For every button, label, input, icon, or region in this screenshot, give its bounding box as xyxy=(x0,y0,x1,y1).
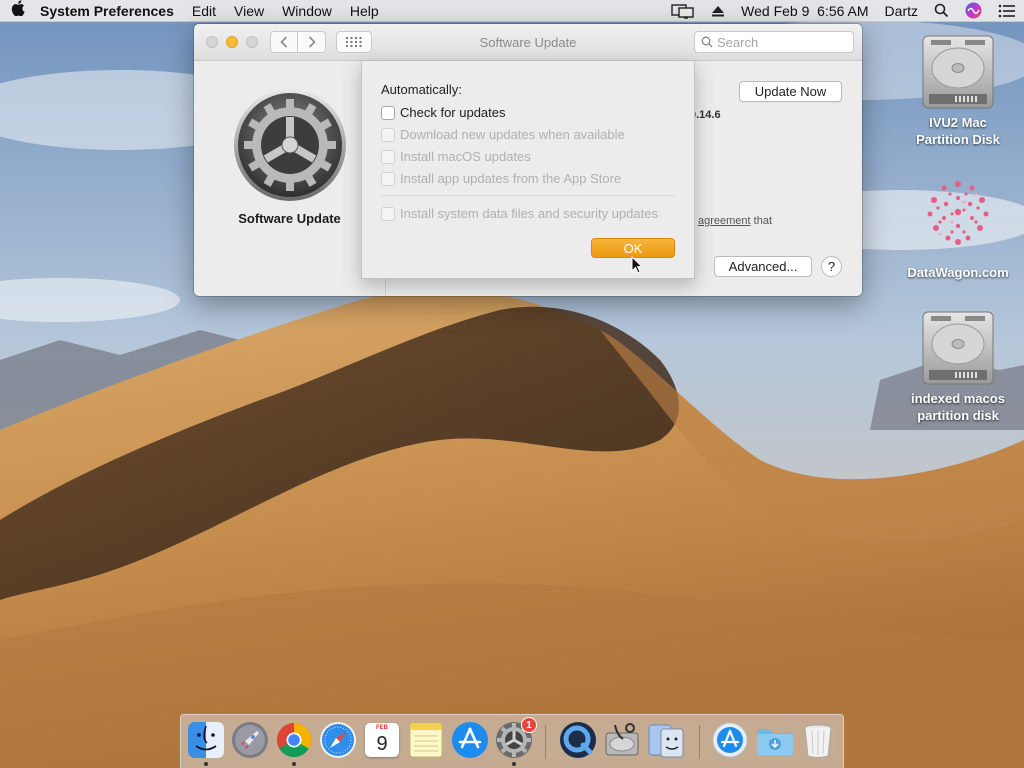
calendar-month: FEB xyxy=(376,725,388,731)
option-check-for-updates[interactable]: Check for updates xyxy=(381,105,506,120)
software-update-gear-icon xyxy=(232,87,348,203)
menu-user[interactable]: Dartz xyxy=(877,3,926,19)
checkbox-install-macos-updates xyxy=(381,149,395,164)
option-label: Install macOS updates xyxy=(400,149,531,164)
app-store-icon xyxy=(452,722,488,758)
checkbox-install-app-updates xyxy=(381,171,395,186)
software-update-sidebar: Software Update xyxy=(194,61,386,296)
dock-divider xyxy=(545,725,546,759)
notification-badge: 1 xyxy=(521,717,537,733)
calendar-day: 9 xyxy=(376,733,388,755)
checkbox-download-updates xyxy=(381,127,395,142)
applications-folder-icon xyxy=(712,722,748,758)
finder-icon xyxy=(188,722,224,758)
dock-applications-folder[interactable] xyxy=(711,721,749,759)
hard-drive-icon xyxy=(922,311,994,385)
notification-center-icon[interactable] xyxy=(990,4,1024,18)
desktop-icon-label: indexed macos partition disk xyxy=(911,390,1005,424)
running-indicator xyxy=(292,762,296,766)
search-field[interactable] xyxy=(694,31,854,53)
eject-icon[interactable] xyxy=(703,4,733,18)
desktop-icon-label: IVU2 Mac Partition Disk xyxy=(916,114,1000,148)
dock-quicktime[interactable] xyxy=(559,721,597,759)
running-indicator xyxy=(512,762,516,766)
option-install-app-updates: Install app updates from the App Store xyxy=(381,171,621,186)
advanced-button[interactable]: Advanced... xyxy=(714,256,812,277)
display-mirroring-icon[interactable] xyxy=(663,3,703,19)
option-label: Install system data files and security u… xyxy=(400,206,658,221)
trash-icon xyxy=(804,724,832,758)
desktop-icon-ivu2-disk[interactable]: IVU2 Mac Partition Disk xyxy=(898,34,1018,148)
dock-migration-assistant[interactable] xyxy=(647,721,685,759)
dock-trash[interactable] xyxy=(799,721,837,759)
dock-chrome[interactable] xyxy=(275,721,313,759)
menu-edit[interactable]: Edit xyxy=(183,3,225,19)
search-input[interactable] xyxy=(717,34,837,50)
desktop-icon-label: DataWagon.com xyxy=(907,254,1008,281)
safari-compass-icon xyxy=(320,722,356,758)
option-label: Download new updates when available xyxy=(400,127,625,142)
siri-icon[interactable] xyxy=(957,2,990,19)
menu-app-name[interactable]: System Preferences xyxy=(36,3,183,19)
running-indicator xyxy=(204,762,208,766)
notes-icon xyxy=(409,722,443,758)
quicktime-icon xyxy=(560,722,596,758)
dock-divider xyxy=(699,725,700,759)
option-label: Check for updates xyxy=(400,105,506,120)
downloads-folder-icon xyxy=(757,729,793,755)
menu-window[interactable]: Window xyxy=(273,3,341,19)
dock-disk-utility[interactable] xyxy=(603,721,641,759)
desktop-icon-label-line2: partition disk xyxy=(917,408,999,423)
option-label: Install app updates from the App Store xyxy=(400,171,622,186)
dock-finder[interactable] xyxy=(187,721,225,759)
dock: FEB 9 1 xyxy=(180,714,844,768)
dock-app-store[interactable] xyxy=(451,721,489,759)
disk-utility-icon xyxy=(605,723,639,756)
dock-launchpad[interactable] xyxy=(231,721,269,759)
license-agreement-link[interactable]: agreement xyxy=(698,215,751,227)
launchpad-rocket-icon xyxy=(232,722,268,758)
desktop-icon-label-line1: DataWagon.com xyxy=(907,265,1009,280)
menu-help[interactable]: Help xyxy=(341,3,388,19)
migration-assistant-icon xyxy=(648,724,684,758)
menu-clock[interactable]: Wed Feb 9 6:56 AM xyxy=(733,3,876,19)
ok-button[interactable]: OK xyxy=(591,238,675,258)
window-titlebar[interactable]: Software Update xyxy=(194,24,862,61)
dock-notes[interactable] xyxy=(407,721,445,759)
search-icon xyxy=(701,36,713,48)
automatic-updates-sheet: Automatically: Check for updates Downloa… xyxy=(361,61,695,279)
dock-downloads-folder[interactable] xyxy=(755,721,793,759)
license-agreement-text: agreement that xyxy=(698,215,772,227)
apple-menu-icon[interactable] xyxy=(0,0,36,21)
dock-safari[interactable] xyxy=(319,721,357,759)
menu-view[interactable]: View xyxy=(225,3,273,19)
dock-system-preferences[interactable]: 1 xyxy=(495,717,537,759)
help-button[interactable]: ? xyxy=(821,256,842,277)
sheet-heading: Automatically: xyxy=(381,82,462,97)
desktop-icon-label-line2: Partition Disk xyxy=(916,132,1000,147)
sheet-separator xyxy=(381,195,675,196)
hard-drive-icon xyxy=(922,35,994,109)
desktop-icon-datawagon[interactable]: DataWagon.com xyxy=(898,174,1018,281)
checkbox-check-for-updates[interactable] xyxy=(381,105,395,120)
option-install-macos-updates: Install macOS updates xyxy=(381,149,531,164)
update-now-button[interactable]: Update Now xyxy=(739,81,842,102)
option-install-security-updates: Install system data files and security u… xyxy=(381,206,658,221)
mouse-pointer-icon xyxy=(631,256,643,274)
desktop-icon-indexed-macos-disk[interactable]: indexed macos partition disk xyxy=(898,310,1018,424)
menu-bar: System Preferences Edit View Window Help… xyxy=(0,0,1024,22)
desktop-icon-label-line1: indexed macos xyxy=(911,391,1005,406)
calendar-icon: FEB 9 xyxy=(365,723,399,757)
dock-calendar[interactable]: FEB 9 xyxy=(363,721,401,759)
chrome-icon xyxy=(277,723,311,757)
option-download-updates: Download new updates when available xyxy=(381,127,625,142)
spotlight-search-icon[interactable] xyxy=(926,3,957,18)
license-agreement-suffix: that xyxy=(750,215,772,227)
pink-dots-icon xyxy=(927,181,989,245)
checkbox-install-security-updates xyxy=(381,206,395,221)
pane-name-label: Software Update xyxy=(238,211,341,226)
desktop-icon-label-line1: IVU2 Mac xyxy=(929,115,987,130)
